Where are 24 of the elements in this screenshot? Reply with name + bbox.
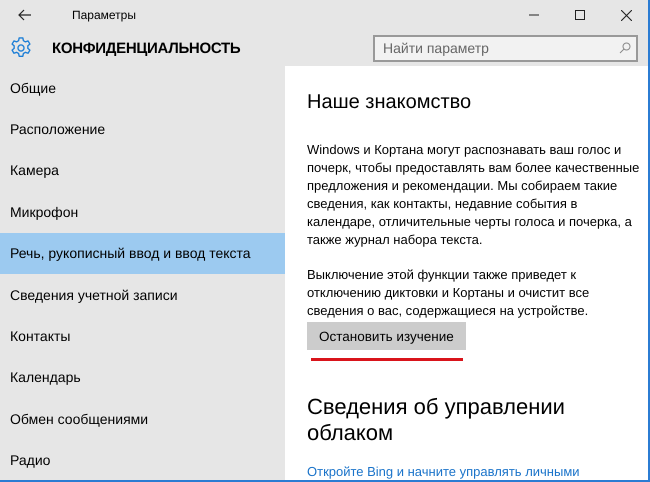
search-icon[interactable] (619, 42, 631, 54)
sidebar-item[interactable]: Микрофон (0, 191, 285, 233)
sidebar-item[interactable]: Речь, рукописный ввод и ввод текста (0, 232, 285, 274)
page-title: КОНФИДЕНЦИАЛЬНОСТЬ (52, 40, 240, 56)
sidebar-item[interactable]: Обмен сообщениями (0, 398, 285, 440)
maximize-icon[interactable] (575, 10, 585, 20)
sidebar-item[interactable]: Сведения учетной записи (0, 274, 285, 316)
description-text: Выключение этой функции также приведет к отключению диктовки и Кортаны и очистит все сведения о вас, содержащиеся на устройстве. (307, 266, 590, 320)
sidebar-item[interactable]: Общие (0, 67, 285, 108)
back-arrow-icon[interactable] (18, 9, 32, 21)
sidebar-item[interactable]: Камера (0, 150, 285, 192)
sidebar-item[interactable]: Расположение (0, 108, 285, 150)
window-title: Параметры (72, 8, 136, 22)
section-heading: Сведения об управлении облаком (307, 394, 566, 446)
section-heading: Наше знакомство (307, 90, 472, 115)
search-field[interactable]: Найти параметр (373, 34, 638, 62)
stop-learning-button[interactable]: Остановить изучение (307, 322, 466, 350)
close-icon[interactable] (621, 10, 632, 20)
bing-link[interactable]: Откройте Bing и начните управлять личными (307, 464, 580, 480)
description-text: Windows и Кортана могут распознавать ваш голос и почерк, чтобы предоставлять вам более качественные предложения и рекомендации. Мы собираем такие сведения, как контакты, недавние события в календаре, отличительные черты голоса и почерка, а также журнал набора текста. (307, 141, 640, 249)
sidebar-item[interactable]: Контакты (0, 315, 285, 357)
sidebar-item[interactable]: Радио (0, 440, 285, 480)
settings-icon (10, 37, 32, 59)
sidebar-item[interactable]: Календарь (0, 356, 285, 398)
